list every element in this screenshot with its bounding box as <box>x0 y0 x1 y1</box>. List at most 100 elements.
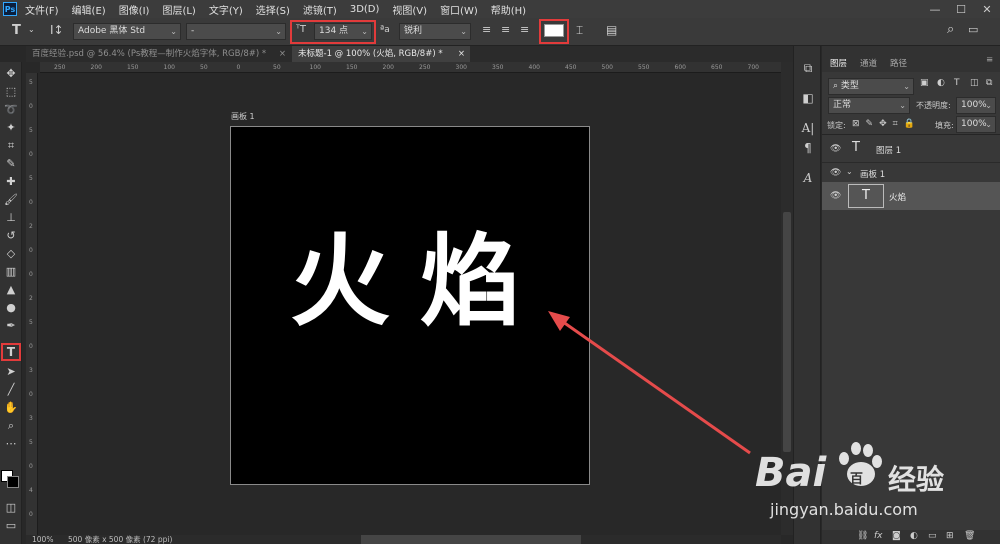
scrollbar-thumb[interactable] <box>783 212 791 452</box>
tab-baidu-psd[interactable]: 百度经验.psd @ 56.4% (Ps教程—制作火焰字体, RGB/8#) *… <box>26 46 291 62</box>
anti-alias-select[interactable]: 锐利 ⌄ <box>399 23 471 40</box>
quick-mask-icon[interactable]: ◫ <box>3 500 19 516</box>
menu-type[interactable]: 文字(Y) <box>209 2 243 17</box>
opacity-field[interactable]: 100% ⌄ <box>956 97 996 114</box>
folder-icon[interactable]: ▭ <box>928 531 937 541</box>
layer-row-text-1[interactable]: 👁 T 图层 1 <box>822 139 1000 159</box>
align-right-icon[interactable]: ≡ <box>520 23 529 36</box>
filter-pixel-icon[interactable]: ▣ <box>920 78 929 88</box>
filter-smart-object-icon[interactable]: ⧉ <box>986 78 992 88</box>
menu-view[interactable]: 视图(V) <box>392 2 427 17</box>
magic-wand-tool-icon[interactable]: ✦ <box>3 120 19 136</box>
font-family-select[interactable]: Adobe 黑体 Std ⌄ <box>73 23 181 40</box>
line-tool-icon[interactable]: ╱ <box>3 382 19 398</box>
marquee-tool-icon[interactable]: ⬚ <box>3 84 19 100</box>
filter-type-icon[interactable]: T <box>954 78 960 88</box>
align-left-icon[interactable]: ≡ <box>482 23 491 36</box>
glyphs-icon[interactable]: A <box>800 170 816 186</box>
menu-edit[interactable]: 编辑(E) <box>72 2 106 17</box>
artboard-label[interactable]: 画板 1 <box>231 111 255 122</box>
zoom-tool-icon[interactable]: ⌕ <box>3 418 19 434</box>
character-panel-icon[interactable]: ▤ <box>606 23 617 37</box>
new-layer-icon[interactable]: ⊞ <box>946 531 954 541</box>
chevron-down-icon[interactable]: ⌄ <box>28 25 35 34</box>
lock-icons[interactable]: ⊠✎✥⌗🔒 <box>852 119 921 129</box>
zoom-level[interactable]: 100% <box>32 535 53 544</box>
tab-channels[interactable]: 通道 <box>860 57 877 69</box>
text-orientation-icon[interactable]: I↕ <box>50 23 64 37</box>
fill-field[interactable]: 100% ⌄ <box>956 116 996 133</box>
layers-footer: ⛓ fx ◙ ◐ ▭ ⊞ 🗑 <box>822 530 1000 544</box>
properties-icon[interactable]: ◧ <box>800 90 816 106</box>
tab-layers[interactable]: 图层 <box>830 57 847 69</box>
close-tab-icon[interactable]: × <box>279 46 286 62</box>
mask-icon[interactable]: ◙ <box>892 531 901 541</box>
screen-mode-icon[interactable]: ▭ <box>3 518 19 534</box>
close-window-button[interactable]: ✕ <box>974 0 1000 18</box>
menu-image[interactable]: 图像(I) <box>119 2 150 17</box>
healing-brush-tool-icon[interactable]: ✚ <box>3 174 19 190</box>
more-tools-icon[interactable]: ⋯ <box>3 436 19 452</box>
photoshop-logo: Ps <box>3 2 17 16</box>
dodge-tool-icon[interactable]: ● <box>3 300 19 316</box>
path-selection-tool-icon[interactable]: ➤ <box>3 364 19 380</box>
close-tab-icon[interactable]: × <box>458 46 465 62</box>
watermark-url: jingyan.baidu.com <box>770 500 918 519</box>
search-icon[interactable]: ⌕ <box>947 22 954 37</box>
filter-shape-icon[interactable]: ◫ <box>970 78 979 88</box>
menu-layer[interactable]: 图层(L) <box>162 2 195 17</box>
menu-filter[interactable]: 滤镜(T) <box>303 2 337 17</box>
blend-mode-select[interactable]: 正常 ⌄ <box>828 97 910 114</box>
ruler-tick-label: 400 <box>528 64 540 71</box>
canvas-text-layer[interactable]: 火焰 <box>290 222 550 342</box>
paragraph-icon[interactable]: ¶ <box>800 140 816 156</box>
lasso-tool-icon[interactable]: ➰ <box>3 102 19 118</box>
warp-text-icon[interactable]: ⌶ <box>576 23 583 38</box>
layer-row-fire-text[interactable]: 👁 T 火焰 <box>822 182 1000 210</box>
pen-tool-icon[interactable]: ✒ <box>3 318 19 334</box>
visibility-eye-icon[interactable]: 👁 <box>830 168 841 178</box>
align-center-icon[interactable]: ≡ <box>501 23 510 36</box>
blend-mode-value: 正常 <box>833 100 852 110</box>
fx-icon[interactable]: fx <box>874 531 883 541</box>
menu-help[interactable]: 帮助(H) <box>491 2 526 17</box>
menu-file[interactable]: 文件(F) <box>25 2 59 17</box>
history-icon[interactable]: ⧉ <box>800 60 816 76</box>
layer-filter-select[interactable]: ⌕ 类型 ⌄ <box>828 78 914 95</box>
horizontal-scrollbar[interactable] <box>361 535 581 544</box>
eraser-tool-icon[interactable]: ◇ <box>3 246 19 262</box>
background-color-swatch[interactable] <box>7 476 19 488</box>
blur-tool-icon[interactable]: ▲ <box>3 282 19 298</box>
type-tool-preset-icon[interactable]: T <box>12 23 21 38</box>
gradient-tool-icon[interactable]: ▥ <box>3 264 19 280</box>
crop-tool-icon[interactable]: ⌗ <box>3 138 19 154</box>
layer-row-artboard[interactable]: 👁 ⌄ 画板 1 <box>822 163 1000 183</box>
character-icon[interactable]: A| <box>800 120 816 136</box>
vertical-ruler: 5 0 5 0 5 0 2 0 0 2 5 0 3 0 3 5 0 4 0 <box>26 73 38 535</box>
adjustment-icon[interactable]: ◐ <box>910 531 918 541</box>
ruler-tick-label: 0 <box>29 199 33 206</box>
chevron-down-icon[interactable]: ⌄ <box>846 167 853 176</box>
font-style-select[interactable]: - ⌄ <box>186 23 286 40</box>
maximize-button[interactable]: ☐ <box>948 0 974 18</box>
move-tool-icon[interactable]: ✥ <box>3 66 19 82</box>
menu-3d[interactable]: 3D(D) <box>350 4 380 15</box>
menu-window[interactable]: 窗口(W) <box>440 2 478 17</box>
trash-icon[interactable]: 🗑 <box>964 531 975 541</box>
workspace-icon[interactable]: ▭ <box>968 23 978 36</box>
link-icon[interactable]: ⛓ <box>857 531 868 541</box>
visibility-eye-icon[interactable]: 👁 <box>830 191 841 201</box>
eyedropper-tool-icon[interactable]: ✎ <box>3 156 19 172</box>
filter-adjustment-icon[interactable]: ◐ <box>937 78 945 88</box>
minimize-button[interactable]: — <box>922 0 948 18</box>
brush-tool-icon[interactable]: 🖌 <box>3 192 19 208</box>
tab-label: 百度经验.psd @ 56.4% (Ps教程—制作火焰字体, RGB/8#) * <box>32 49 267 59</box>
tab-paths[interactable]: 路径 <box>890 57 907 69</box>
panel-menu-icon[interactable]: ≡ <box>986 55 993 65</box>
hand-tool-icon[interactable]: ✋ <box>3 400 19 416</box>
clone-stamp-tool-icon[interactable]: ⊥ <box>3 210 19 226</box>
visibility-eye-icon[interactable]: 👁 <box>830 144 841 154</box>
menu-select[interactable]: 选择(S) <box>256 2 290 17</box>
history-brush-tool-icon[interactable]: ↺ <box>3 228 19 244</box>
tab-untitled-1[interactable]: 未标题-1 @ 100% (火焰, RGB/8#) * × <box>292 46 470 62</box>
